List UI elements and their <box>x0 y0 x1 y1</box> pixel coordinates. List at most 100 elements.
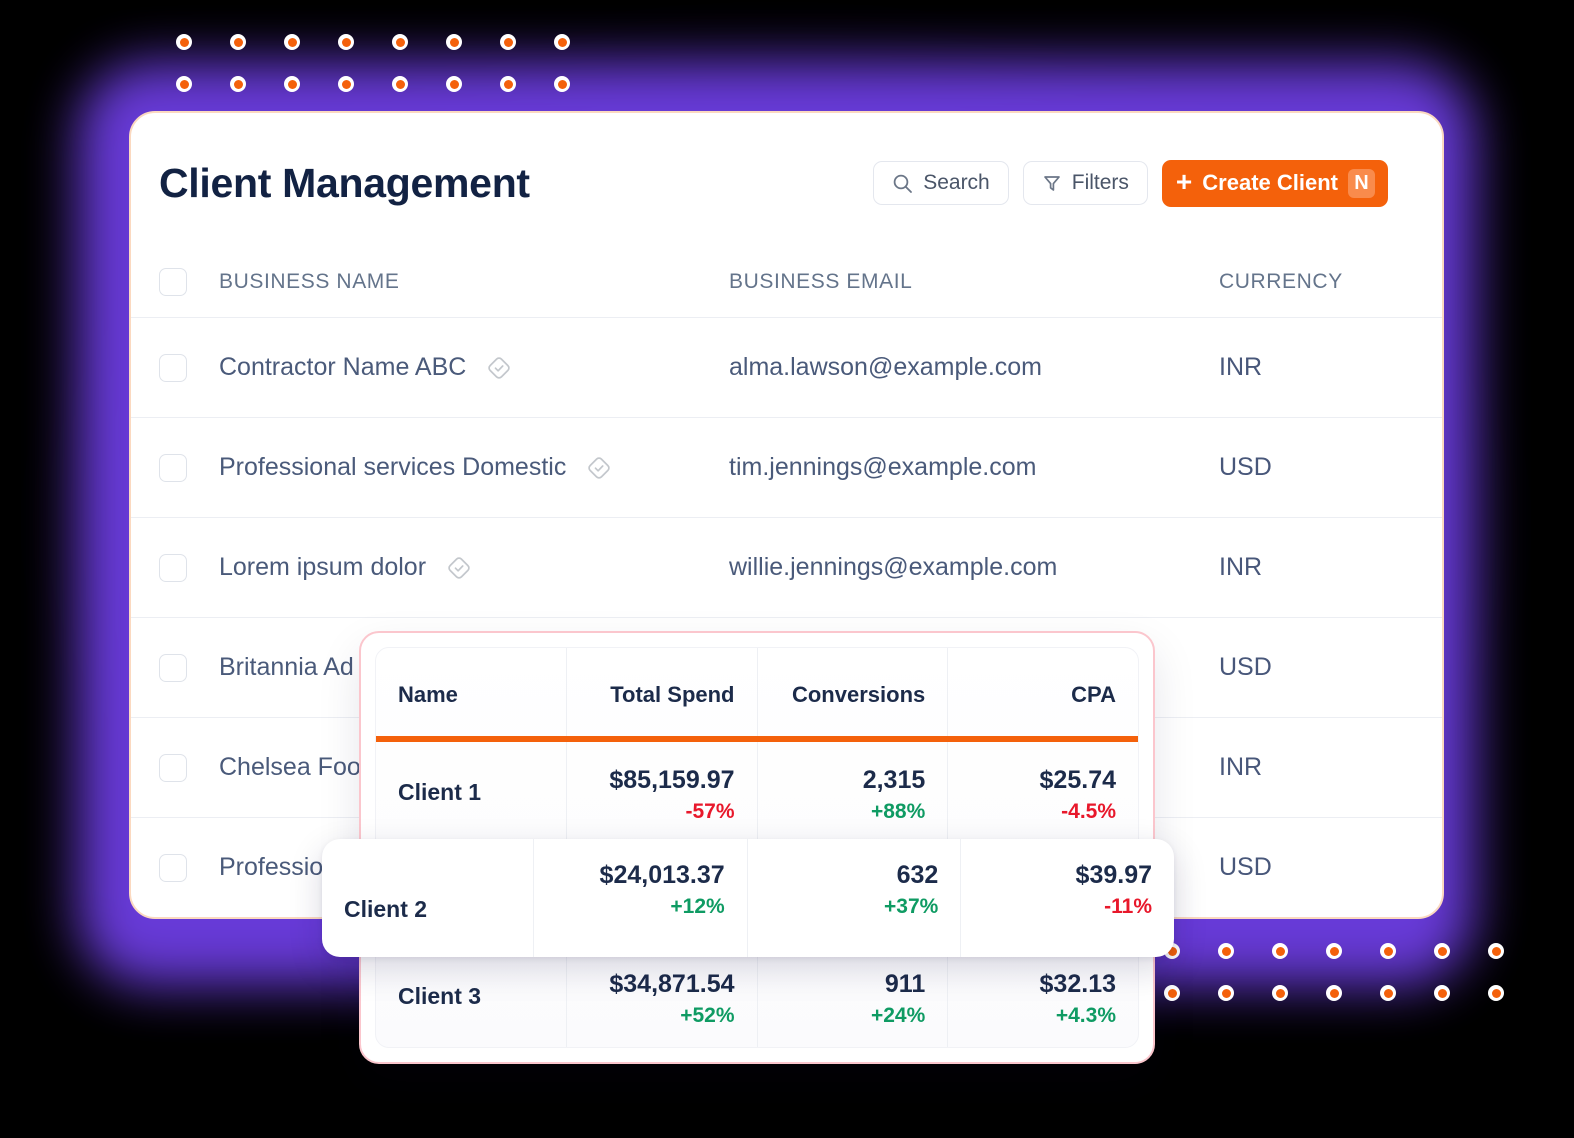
metrics-conversions-value: 2,315 <box>862 766 926 794</box>
decorative-dot <box>446 34 462 50</box>
verified-diamond-check-icon <box>484 353 514 383</box>
row-select-cell <box>159 353 219 382</box>
decorative-dot <box>446 76 462 92</box>
metrics-conversions-delta: +37% <box>884 894 939 918</box>
create-client-shortcut-badge: N <box>1348 168 1375 198</box>
metrics-cell-total-spend: $34,871.54 +52% <box>567 946 758 1047</box>
row-checkbox[interactable] <box>159 353 187 382</box>
decorative-dot <box>1218 943 1234 959</box>
business-email-text: willie.jennings@example.com <box>729 553 1058 581</box>
create-client-button[interactable]: + Create Client N <box>1161 159 1388 207</box>
metrics-conversions-delta: +24% <box>870 1003 926 1027</box>
metrics-conversions-value: 632 <box>896 861 939 889</box>
currency-text: USD <box>1219 853 1272 881</box>
decorative-dot <box>1164 985 1180 1001</box>
metrics-total-spend-delta: +52% <box>680 1003 735 1027</box>
cell-business-email: willie.jennings@example.com <box>729 553 1219 582</box>
row-checkbox[interactable] <box>159 653 187 682</box>
decorative-dot <box>230 34 246 50</box>
metrics-conversions-value: 911 <box>884 970 926 998</box>
metrics-table-row[interactable]: Client 3 $34,871.54 +52% 911 +24% $32.13… <box>376 946 1138 1047</box>
row-checkbox[interactable] <box>159 553 187 582</box>
business-name-text: Chelsea Foo <box>219 753 361 781</box>
metrics-column-header-name[interactable]: Name <box>376 648 567 742</box>
decorative-dot <box>284 34 300 50</box>
metrics-floating-row-card[interactable]: Client 2 $24,013.37 +12% 632 +37% $39.97… <box>322 839 1174 957</box>
metrics-cell-cpa: $39.97 -11% <box>961 839 1174 957</box>
business-email-text: alma.lawson@example.com <box>729 353 1043 381</box>
metrics-column-header-conversions[interactable]: Conversions <box>758 648 949 742</box>
filters-button[interactable]: Filters <box>1022 161 1148 205</box>
metrics-table-header-row: Name Total Spend Conversions CPA <box>376 648 1138 742</box>
metrics-cpa-value: $39.97 <box>1075 861 1153 889</box>
currency-text: USD <box>1219 453 1272 481</box>
cell-business-email: alma.lawson@example.com <box>729 353 1219 382</box>
metrics-client-name: Client 3 <box>398 983 482 1009</box>
header-toolbar: Search Filters + Create Client N <box>873 159 1416 207</box>
decorative-dot <box>284 76 300 92</box>
table-row[interactable]: Professional services Domestic tim.jenni… <box>131 417 1442 517</box>
select-all-checkbox[interactable] <box>159 268 187 296</box>
business-name-text: Lorem ipsum dolor <box>219 553 427 581</box>
metrics-cell-cpa: $32.13 +4.3% <box>948 946 1138 1047</box>
row-checkbox[interactable] <box>159 753 187 782</box>
metrics-cell-name: Client 3 <box>376 946 567 1047</box>
row-select-cell <box>159 753 219 782</box>
cell-business-name: Contractor Name ABC <box>219 353 729 383</box>
verified-diamond-check-icon <box>444 553 474 583</box>
column-header-currency[interactable]: CURRENCY <box>1219 270 1442 294</box>
metrics-cell-cpa: $25.74 -4.5% <box>948 742 1138 843</box>
cell-business-name: Professional services Domestic <box>219 453 729 483</box>
decorative-dot <box>230 76 246 92</box>
metrics-client-name: Client 2 <box>344 895 428 922</box>
business-name-text: Professional services Domestic <box>219 453 567 481</box>
select-all-cell <box>159 268 219 296</box>
row-checkbox[interactable] <box>159 853 187 882</box>
metrics-cell-total-spend: $24,013.37 +12% <box>534 839 748 957</box>
metrics-total-spend-delta: -57% <box>685 799 735 823</box>
business-email-text: tim.jennings@example.com <box>729 453 1037 481</box>
decorative-dot <box>392 34 408 50</box>
column-header-business-email[interactable]: BUSINESS EMAIL <box>729 270 1219 294</box>
table-row[interactable]: Contractor Name ABC alma.lawson@example.… <box>131 317 1442 417</box>
row-select-cell <box>159 453 219 482</box>
decorative-dot <box>500 34 516 50</box>
plus-icon: + <box>1175 166 1193 197</box>
filters-button-label: Filters <box>1071 171 1129 194</box>
row-checkbox[interactable] <box>159 453 187 482</box>
metrics-client-name: Client 1 <box>398 779 482 805</box>
metrics-cpa-delta: -4.5% <box>1061 799 1116 823</box>
metrics-cpa-delta: -11% <box>1104 894 1153 918</box>
metrics-cell-name: Client 2 <box>322 839 534 957</box>
metrics-table-row[interactable]: Client 1 $85,159.97 -57% 2,315 +88% $25.… <box>376 742 1138 844</box>
row-select-cell <box>159 553 219 582</box>
metrics-column-header-total-spend[interactable]: Total Spend <box>567 648 758 742</box>
card-header: Client Management Search Filters + Creat… <box>131 113 1442 253</box>
cell-currency: USD <box>1219 853 1442 882</box>
column-header-business-name[interactable]: BUSINESS NAME <box>219 270 729 294</box>
decorative-dot <box>1434 943 1450 959</box>
cell-business-name: Lorem ipsum dolor <box>219 553 729 583</box>
decorative-dot <box>1488 943 1504 959</box>
metrics-column-header-cpa[interactable]: CPA <box>948 648 1138 742</box>
decorative-dot-grid-top <box>176 34 570 92</box>
cell-currency: USD <box>1219 653 1442 682</box>
create-client-label: Create Client <box>1202 170 1338 195</box>
search-button[interactable]: Search <box>873 161 1009 205</box>
decorative-dot <box>1272 985 1288 1001</box>
table-row[interactable]: Lorem ipsum dolor willie.jennings@exampl… <box>131 517 1442 617</box>
business-name-text: Professio <box>219 853 324 881</box>
row-select-cell <box>159 653 219 682</box>
metrics-cpa-value: $25.74 <box>1039 766 1116 794</box>
metrics-cell-conversions: 632 +37% <box>748 839 962 957</box>
metrics-total-spend-value: $34,871.54 <box>609 970 735 998</box>
currency-text: INR <box>1219 353 1263 381</box>
business-name-text: Britannia Ad <box>219 653 354 681</box>
decorative-dot <box>1218 985 1234 1001</box>
metrics-cpa-delta: +4.3% <box>1055 1003 1116 1027</box>
decorative-dot <box>1380 985 1396 1001</box>
decorative-dot <box>1272 943 1288 959</box>
decorative-dot-grid-bottom <box>1164 943 1504 1001</box>
currency-text: INR <box>1219 753 1263 781</box>
decorative-dot <box>392 76 408 92</box>
